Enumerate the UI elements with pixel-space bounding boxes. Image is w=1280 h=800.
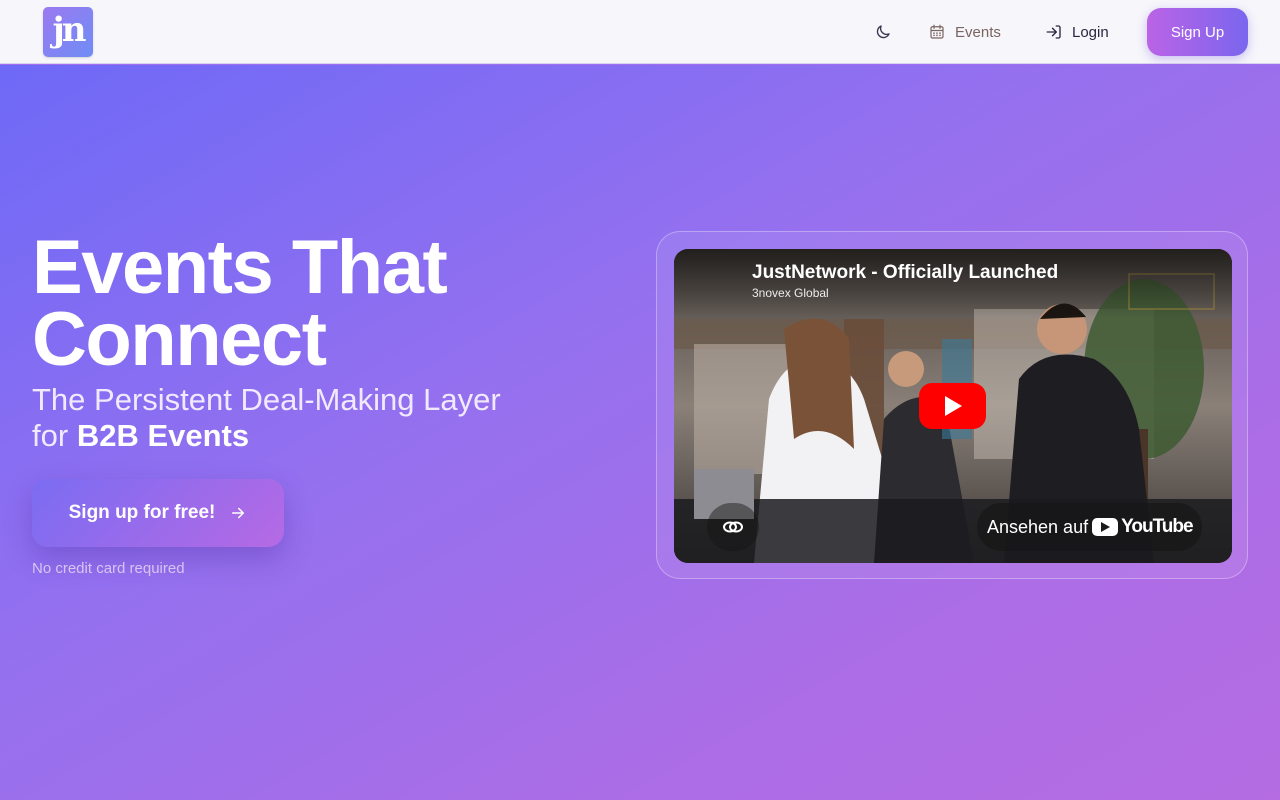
watch-on-youtube-button[interactable]: Ansehen auf YouTube [977,503,1202,551]
hero-subtitle-line1: The Persistent Deal-Making Layer [32,382,501,417]
login-button[interactable]: Login [1045,14,1109,50]
events-nav-button[interactable]: Events [928,14,1001,50]
moon-icon [876,25,890,39]
hero-title: Events That Connect [32,230,448,378]
youtube-video-embed[interactable]: JustNetwork - Officially Launched 3novex… [674,249,1232,563]
calendar-icon [930,24,944,39]
sign-up-button[interactable]: Sign Up [1147,8,1248,56]
youtube-play-icon [1092,518,1119,536]
hero-subtitle-for: for [32,418,69,453]
video-channel[interactable]: 3novex Global [752,286,829,300]
logo-text: jn [52,10,86,50]
video-title[interactable]: JustNetwork - Officially Launched [752,262,1058,284]
copy-link-button[interactable] [707,503,759,551]
arrow-right-icon [232,507,245,519]
top-navigation-bar: jn Events Login Sign Up [0,0,1280,64]
brand-logo[interactable]: jn [43,7,93,57]
hero-subtitle-bold: B2B Events [76,418,250,453]
no-credit-card-note: No credit card required [32,560,185,577]
login-icon [1046,25,1061,39]
video-card: JustNetwork - Officially Launched 3novex… [656,231,1248,579]
events-nav-label: Events [955,23,1001,41]
cta-label: Sign up for free! [68,502,216,523]
login-label: Login [1072,23,1109,41]
play-button[interactable] [919,383,986,429]
watch-on-label: Ansehen auf [987,516,1089,537]
youtube-wordmark: YouTube [1121,516,1193,537]
youtube-logo: YouTube [1092,516,1194,538]
play-icon [944,396,962,416]
sign-up-free-button[interactable]: Sign up for free! [32,479,284,547]
hero-title-line2: Connect [32,297,327,382]
link-icon [723,521,743,533]
hero-subtitle: The Persistent Deal-Making Layer for B2B… [32,382,592,454]
theme-toggle-button[interactable] [868,14,898,50]
sign-up-label: Sign Up [1170,23,1225,41]
